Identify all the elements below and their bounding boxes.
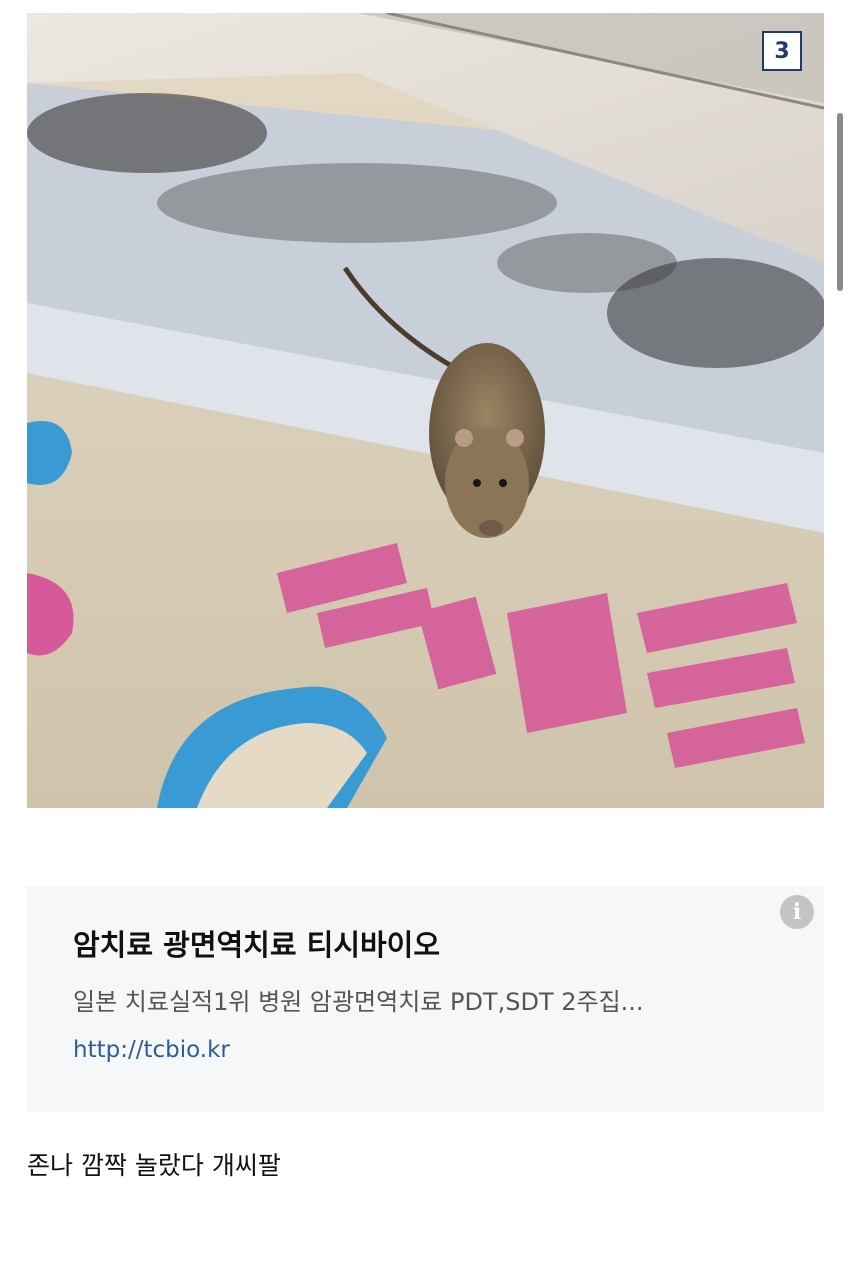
ad-url-link[interactable]: http://tcbio.kr — [73, 1037, 230, 1063]
ad-description: 일본 치료실적1위 병원 암광면역치료 PDT,SDT 2주집... — [73, 988, 644, 1016]
mouse-photo-illustration — [27, 13, 824, 808]
ad-title[interactable]: 암치료 광면역치료 티시바이오 — [73, 922, 440, 964]
post-caption: 존나 깜짝 놀랐다 개씨팔 — [27, 1151, 281, 1180]
post-photo[interactable] — [27, 13, 824, 808]
scrollbar[interactable] — [837, 113, 843, 291]
info-icon[interactable]: i — [780, 895, 814, 929]
page-number-badge: 3 — [762, 31, 802, 71]
